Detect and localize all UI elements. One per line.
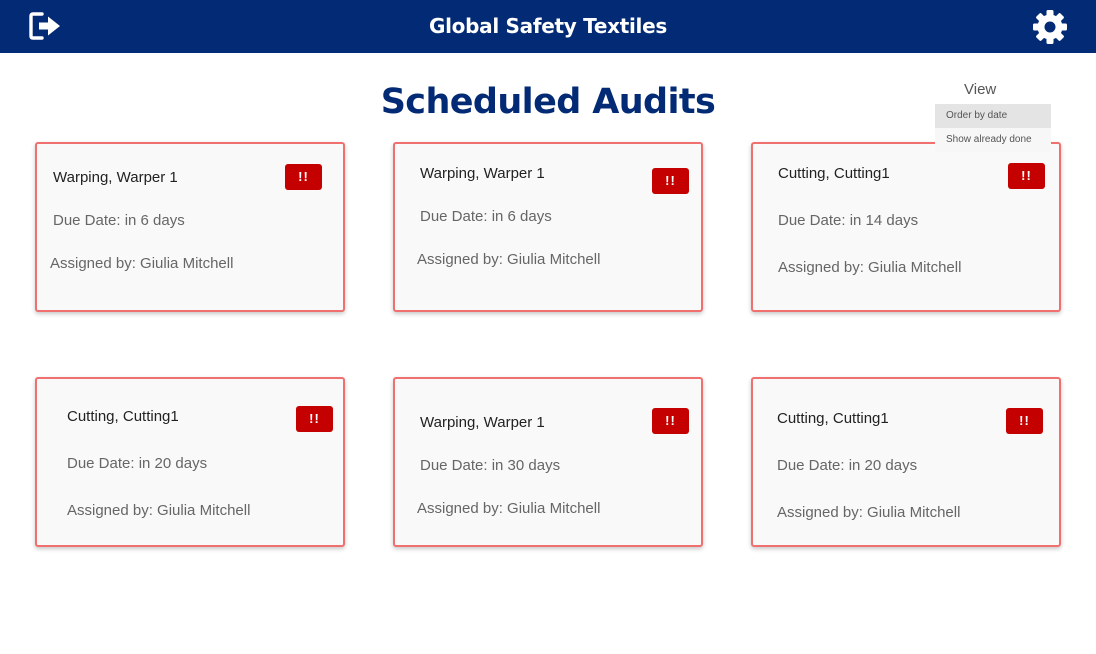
audit-title: Warping, Warper 1	[420, 414, 545, 431]
audit-card[interactable]: Cutting, Cutting1 !! Due Date: in 20 day…	[751, 377, 1061, 547]
priority-badge: !!	[1006, 408, 1043, 434]
audit-title: Cutting, Cutting1	[67, 408, 179, 425]
audit-assigned-by: Assigned by: Giulia Mitchell	[417, 500, 601, 517]
settings-button[interactable]	[1031, 8, 1069, 46]
audit-card[interactable]: Warping, Warper 1 !! Due Date: in 6 days…	[35, 142, 345, 312]
view-option-show-already-done[interactable]: Show already done	[935, 128, 1051, 152]
audit-due-date: Due Date: in 6 days	[53, 212, 185, 229]
priority-badge: !!	[652, 168, 689, 194]
audit-assigned-by: Assigned by: Giulia Mitchell	[778, 259, 962, 276]
view-menu: Order by date Show already done	[935, 104, 1051, 152]
audit-assigned-by: Assigned by: Giulia Mitchell	[777, 504, 961, 521]
logout-button[interactable]	[28, 10, 64, 42]
audit-due-date: Due Date: in 6 days	[420, 208, 552, 225]
audit-due-date: Due Date: in 14 days	[778, 212, 919, 229]
audit-card[interactable]: Cutting, Cutting1 !! Due Date: in 20 day…	[35, 377, 345, 547]
logout-icon	[29, 12, 60, 40]
view-option-order-by-date[interactable]: Order by date	[935, 104, 1051, 128]
audit-title: Warping, Warper 1	[420, 165, 545, 182]
audit-title: Cutting, Cutting1	[777, 410, 889, 427]
audit-title: Warping, Warper 1	[53, 169, 178, 186]
priority-badge: !!	[296, 406, 333, 432]
audit-assigned-by: Assigned by: Giulia Mitchell	[67, 502, 251, 519]
audit-card[interactable]: Warping, Warper 1 !! Due Date: in 6 days…	[393, 142, 703, 312]
audit-due-date: Due Date: in 20 days	[777, 457, 918, 474]
audit-due-date: Due Date: in 30 days	[420, 457, 561, 474]
audit-assigned-by: Assigned by: Giulia Mitchell	[50, 255, 234, 272]
priority-badge: !!	[285, 164, 322, 190]
audit-card[interactable]: Cutting, Cutting1 !! Due Date: in 14 day…	[751, 142, 1061, 312]
priority-badge: !!	[652, 408, 689, 434]
gear-icon	[1033, 10, 1067, 44]
page-title: Scheduled Audits	[380, 82, 716, 122]
audit-title: Cutting, Cutting1	[778, 165, 890, 182]
view-menu-label[interactable]: View	[964, 81, 1004, 99]
app-title: Global Safety Textiles	[429, 14, 667, 38]
app-header: Global Safety Textiles	[0, 0, 1096, 53]
priority-badge: !!	[1008, 163, 1045, 189]
audit-card[interactable]: Warping, Warper 1 !! Due Date: in 30 day…	[393, 377, 703, 547]
audit-due-date: Due Date: in 20 days	[67, 455, 208, 472]
audit-assigned-by: Assigned by: Giulia Mitchell	[417, 251, 601, 268]
